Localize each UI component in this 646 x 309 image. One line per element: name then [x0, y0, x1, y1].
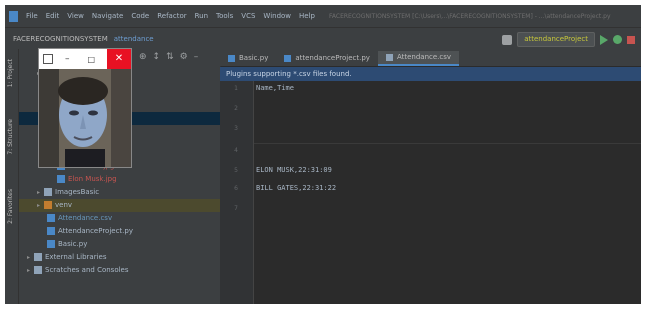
- menubar: File Edit View Navigate Code Refactor Ru…: [5, 5, 641, 27]
- tree-item[interactable]: Attendance.csv: [19, 212, 220, 225]
- tool-tab-project[interactable]: 1: Project: [7, 59, 16, 87]
- tool-window-strip: 1: Project 7: Structure 2: Favorites: [5, 49, 19, 304]
- settings-gear-icon[interactable]: ⚙: [180, 52, 188, 62]
- tree-item-label: Basic.py: [58, 240, 88, 248]
- run-configuration-select[interactable]: attendanceProject: [517, 32, 595, 47]
- menu-run[interactable]: Run: [195, 12, 208, 20]
- editor-separator: [254, 143, 641, 144]
- tree-item[interactable]: Elon Musk.jpg: [19, 173, 220, 186]
- tree-item[interactable]: ▸ Scratches and Consoles: [19, 264, 220, 277]
- tab-label: attendanceProject.py: [295, 54, 370, 62]
- line-number: 2: [234, 105, 238, 112]
- tab-label: Basic.py: [239, 54, 269, 62]
- line-number: 4: [234, 147, 238, 154]
- expand-arrow-icon[interactable]: ▸: [37, 186, 44, 199]
- webcam-window: – □ ✕: [38, 48, 132, 168]
- code-line[interactable]: Name,Time: [256, 84, 294, 92]
- menu-edit[interactable]: Edit: [46, 12, 60, 20]
- line-number: 7: [234, 205, 238, 212]
- line-number: 5: [234, 167, 238, 174]
- face-image: [39, 69, 131, 167]
- menu-file[interactable]: File: [26, 12, 38, 20]
- tab-attendance-csv[interactable]: Attendance.csv: [377, 51, 460, 66]
- code-line[interactable]: ELON MUSK,22:31:09: [256, 166, 332, 174]
- code-line[interactable]: BILL GATES,22:31:22: [256, 184, 336, 192]
- line-number: 3: [234, 125, 238, 132]
- debug-icon[interactable]: [613, 35, 622, 44]
- file-icon: [47, 240, 55, 248]
- editor-content[interactable]: Name,Time ELON MUSK,22:31:09 BILL GATES,22…: [254, 81, 641, 304]
- plugin-suggestion-banner[interactable]: Plugins supporting *.csv files found.: [220, 67, 641, 81]
- editor-tab-bar: Basic.py attendanceProject.py Attendance…: [220, 49, 641, 66]
- line-number: 6: [234, 185, 238, 192]
- python-file-icon: [228, 55, 235, 62]
- webcam-feed-image: [39, 69, 131, 167]
- stop-icon[interactable]: [627, 35, 635, 44]
- ide-window: File Edit View Navigate Code Refactor Ru…: [5, 5, 641, 304]
- tool-tab-structure[interactable]: 7: Structure: [7, 119, 16, 155]
- tree-item[interactable]: ▸ ImagesBasic: [19, 186, 220, 199]
- file-icon: [47, 214, 55, 222]
- tree-item[interactable]: AttendanceProject.py: [19, 225, 220, 238]
- tree-item-label: Elon Musk.jpg: [68, 175, 117, 183]
- expand-all-icon[interactable]: ↕: [153, 52, 161, 62]
- vcs-user-icon[interactable]: [502, 34, 513, 45]
- run-icon[interactable]: [600, 34, 608, 45]
- csv-file-icon: [385, 54, 393, 61]
- folder-icon: [44, 201, 52, 209]
- line-number: 1: [234, 85, 238, 92]
- collapse-all-icon[interactable]: ⇅: [166, 52, 174, 62]
- tool-tab-favorites[interactable]: 2: Favorites: [7, 189, 16, 224]
- tree-item-label: AttendanceProject.py: [58, 227, 133, 235]
- tree-item-label: External Libraries: [45, 253, 107, 261]
- webcam-titlebar[interactable]: – □ ✕: [39, 49, 131, 69]
- folder-icon: [34, 266, 42, 274]
- menu-vcs[interactable]: VCS: [241, 12, 255, 20]
- menu-help[interactable]: Help: [299, 12, 315, 20]
- editor-gutter: 1 2 3 4 5 6 7: [220, 81, 254, 304]
- file-icon: [57, 175, 65, 183]
- menu-view[interactable]: View: [67, 12, 84, 20]
- tab-attendance-project-py[interactable]: attendanceProject.py: [276, 51, 378, 66]
- menu-code[interactable]: Code: [131, 12, 149, 20]
- tree-item[interactable]: ▸ External Libraries: [19, 251, 220, 264]
- close-icon[interactable]: ✕: [107, 49, 131, 69]
- hide-panel-icon[interactable]: –: [194, 52, 199, 62]
- maximize-icon[interactable]: □: [88, 55, 96, 64]
- window-title-path: FACERECOGNITIONSYSTEM [C:\Users\...\FACE…: [329, 12, 611, 20]
- folder-icon: [44, 188, 52, 196]
- breadcrumb-file[interactable]: attendance: [114, 35, 154, 43]
- expand-arrow-icon[interactable]: ▸: [27, 251, 34, 264]
- tree-item[interactable]: Basic.py: [19, 238, 220, 251]
- tree-item-label: Scratches and Consoles: [45, 266, 129, 274]
- menu-refactor[interactable]: Refactor: [157, 12, 186, 20]
- pycharm-logo-icon: [9, 10, 18, 22]
- menu-window[interactable]: Window: [263, 12, 291, 20]
- menu-navigate[interactable]: Navigate: [92, 12, 123, 20]
- webcam-window-icon: [43, 54, 53, 64]
- tree-item-label: ImagesBasic: [55, 188, 100, 196]
- navigation-bar: FACERECOGNITIONSYSTEM attendance attenda…: [5, 27, 641, 50]
- breadcrumb-project[interactable]: FACERECOGNITIONSYSTEM: [13, 35, 108, 43]
- folder-icon: [34, 253, 42, 261]
- toolbar-right: attendanceProject: [502, 32, 635, 47]
- file-icon: [47, 227, 55, 235]
- locate-icon[interactable]: ⊕: [139, 52, 147, 62]
- minimize-icon[interactable]: –: [65, 54, 70, 64]
- expand-arrow-icon[interactable]: ▸: [27, 264, 34, 277]
- menu-tools[interactable]: Tools: [216, 12, 233, 20]
- tree-item-label: Attendance.csv: [58, 214, 113, 222]
- tree-item-label: venv: [55, 201, 73, 209]
- expand-arrow-icon[interactable]: ▸: [37, 199, 44, 212]
- tab-basic-py[interactable]: Basic.py: [220, 51, 276, 66]
- tab-label: Attendance.csv: [396, 53, 452, 61]
- tree-item[interactable]: ▸ venv: [19, 199, 220, 212]
- python-file-icon: [284, 55, 292, 62]
